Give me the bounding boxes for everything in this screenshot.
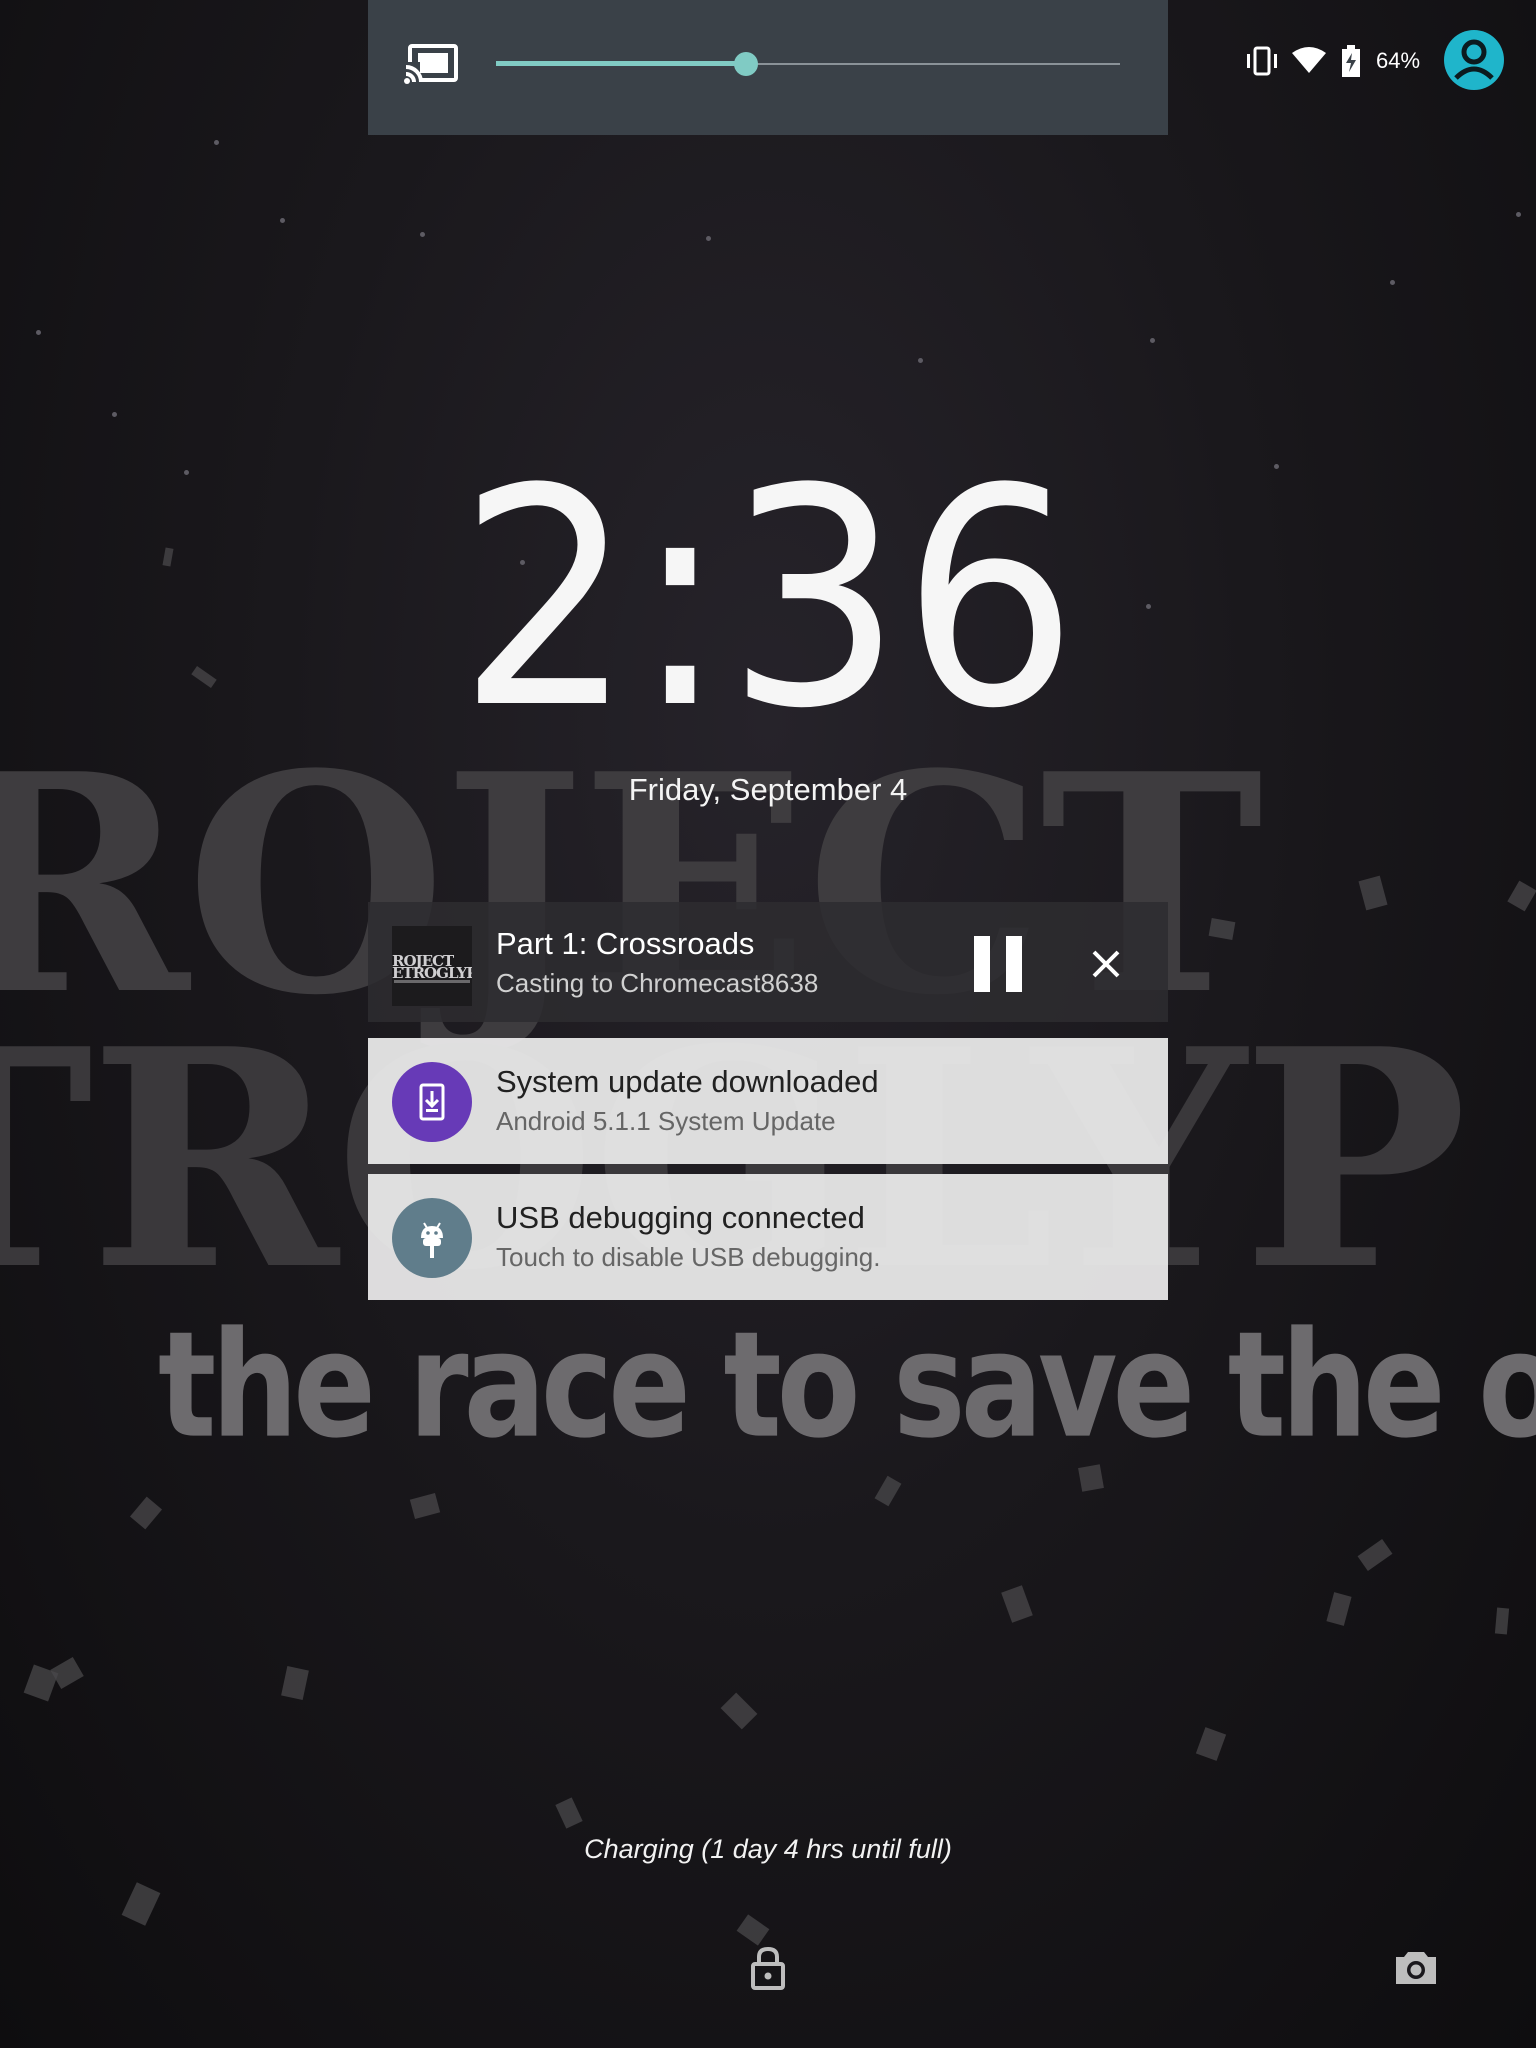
clock-time: 2:36 [458, 425, 1078, 774]
pause-icon[interactable] [972, 936, 1024, 994]
usb-debugging-notification[interactable]: USB debugging connected Touch to disable… [368, 1174, 1168, 1300]
media-notification[interactable]: ROJECT ETROGLYPH Part 1: Crossroads Cast… [368, 902, 1168, 1022]
android-debug-icon [392, 1198, 472, 1278]
system-update-icon [392, 1062, 472, 1142]
usb-debugging-subtitle: Touch to disable USB debugging. [496, 1242, 881, 1272]
close-icon[interactable] [1088, 946, 1124, 982]
lockscreen-date: Friday, September 4 [628, 772, 908, 807]
wifi-icon [1292, 47, 1326, 75]
quick-settings-bar [368, 0, 1168, 135]
lockscreen-clock: 2:36 [0, 450, 1536, 750]
album-art: ROJECT ETROGLYPH [392, 926, 472, 1006]
user-avatar-icon[interactable] [1444, 30, 1504, 90]
lock-icon[interactable] [748, 1946, 788, 1990]
cast-icon[interactable] [404, 44, 458, 84]
status-icons: 64% [1246, 42, 1420, 80]
media-title: Part 1: Crossroads [496, 926, 755, 961]
battery-percent: 64% [1376, 48, 1421, 73]
wallpaper-tagline: the race to save the original art [158, 1300, 1536, 1471]
volume-fill [496, 61, 746, 66]
wallpaper: ROJECT TROGLYP the race to save the orig… [0, 0, 1536, 2048]
album-art-underline [394, 980, 470, 983]
volume-slider[interactable] [496, 52, 1120, 76]
usb-debugging-title: USB debugging connected [496, 1200, 865, 1235]
volume-thumb[interactable] [733, 52, 758, 76]
camera-icon[interactable] [1394, 1948, 1438, 1986]
media-subtitle: Casting to Chromecast8638 [496, 968, 819, 998]
system-update-subtitle: Android 5.1.1 System Update [496, 1106, 836, 1136]
charging-status: Charging (1 day 4 hrs until full) [584, 1834, 952, 1864]
system-update-notification[interactable]: System update downloaded Android 5.1.1 S… [368, 1038, 1168, 1164]
system-update-title: System update downloaded [496, 1064, 879, 1099]
battery-charging-icon [1340, 45, 1362, 77]
vibrate-icon [1246, 46, 1278, 76]
